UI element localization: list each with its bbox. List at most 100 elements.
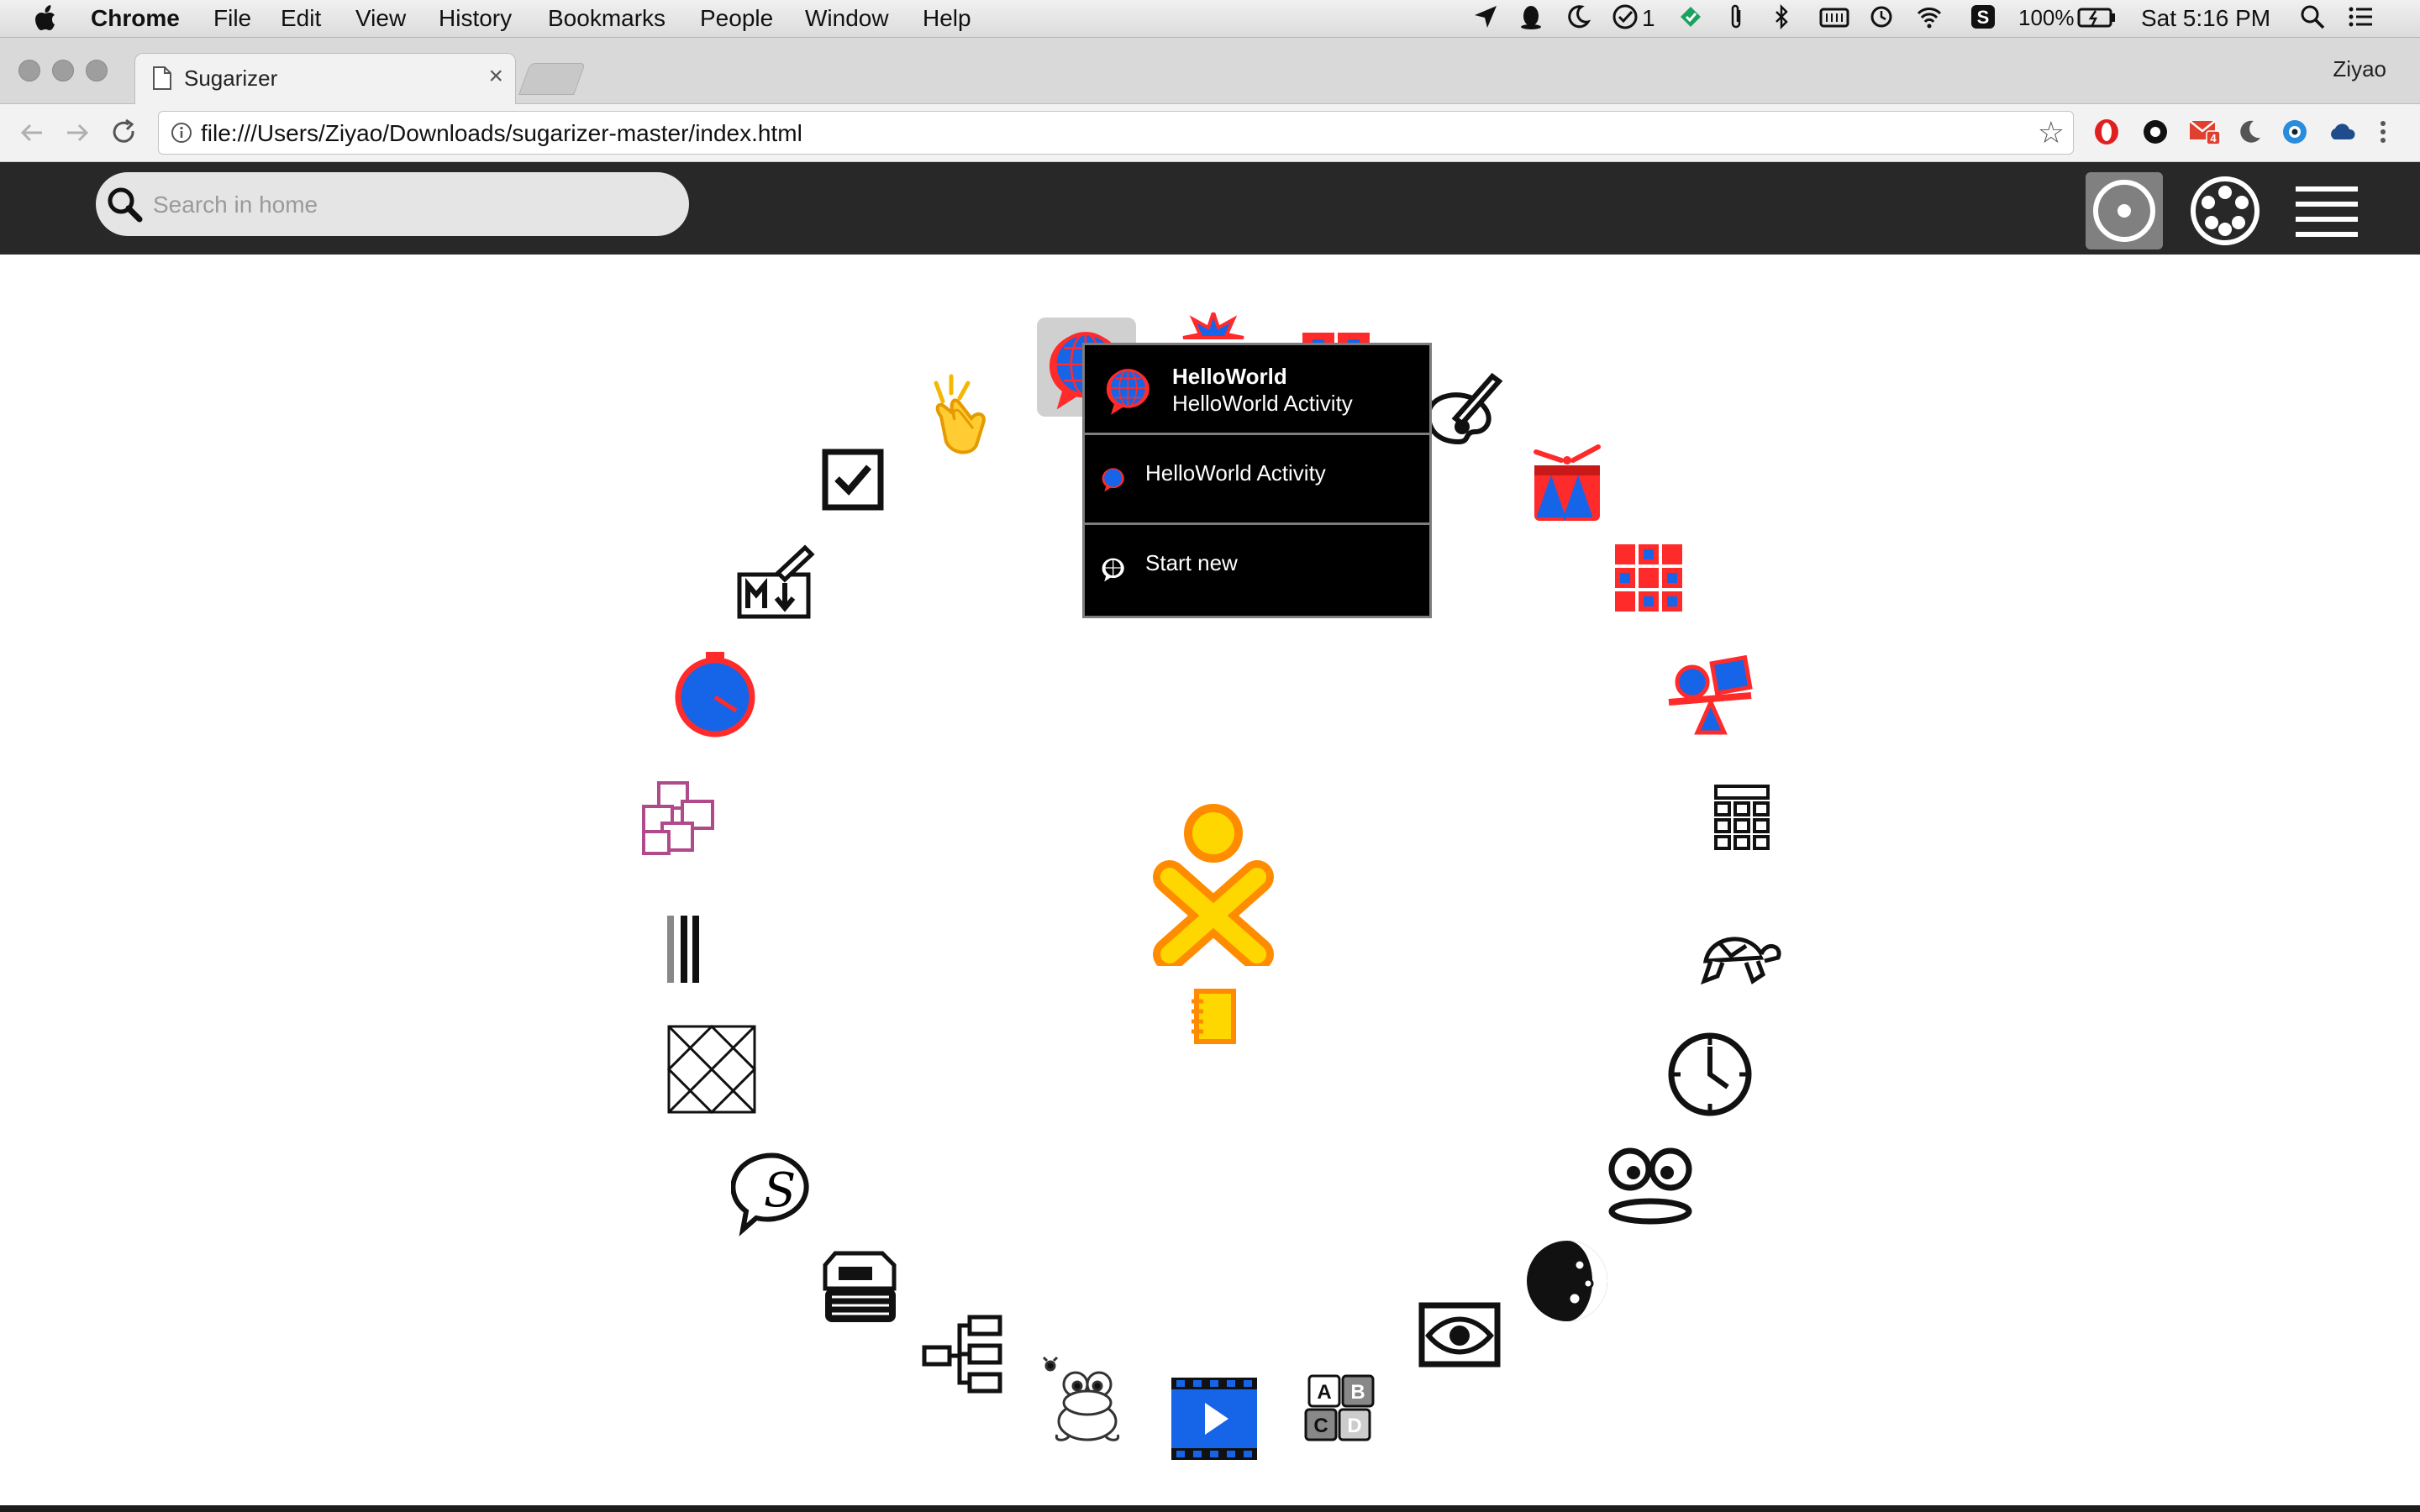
battery-percent: 100% [2018,5,2075,30]
checkbox-icon [822,449,884,511]
popup-item-activity[interactable]: HelloWorld Activity [1085,435,1429,525]
window-zoom-button[interactable] [86,60,108,81]
xo-buddy[interactable] [1146,798,1281,971]
chrome-menu-icon[interactable] [2375,118,2391,146]
wifi-icon[interactable] [1916,3,1943,30]
tasks-check-icon[interactable] [1612,3,1639,30]
dark-mode-extension-icon[interactable] [2235,118,2264,146]
opera-extension-icon[interactable] [2092,118,2121,146]
info-icon[interactable] [171,122,192,144]
activity-abacus[interactable] [637,904,729,996]
activity-abcd[interactable]: A B C D [1296,1364,1388,1457]
menu-window[interactable]: Window [805,5,889,32]
memory-chip-icon[interactable] [1818,3,1850,30]
activity-grid-game[interactable] [1607,536,1691,620]
list-view-button[interactable] [2287,172,2365,249]
back-arrow-icon[interactable] [13,114,50,151]
tab-sugarizer[interactable]: Sugarizer × [134,53,516,104]
record-extension-icon[interactable] [2141,118,2170,146]
activity-geometry[interactable] [666,1023,758,1116]
activity-frog[interactable] [1040,1354,1133,1446]
svg-text:S: S [764,1163,796,1218]
activity-seesaw[interactable] [1664,648,1756,741]
moon-status-icon[interactable] [1565,3,1591,30]
spotlight-icon[interactable] [2299,3,2326,30]
menu-edit[interactable]: Edit [281,5,321,32]
chrome-toolbar: file:///Users/Ziyao/Downloads/sugarizer-… [0,104,2420,162]
mindmap-icon [922,1315,1002,1394]
radial-view-icon [2093,180,2155,242]
activity-turtle[interactable] [1694,909,1786,1001]
activity-stopwatch[interactable] [669,647,761,739]
helloworld-small-icon [1102,468,1124,492]
clock-icon [1668,1032,1752,1116]
popup-item-start-new[interactable]: Start new [1085,525,1429,612]
bookmark-star-icon[interactable]: ☆ [2038,115,2065,150]
journal-button[interactable] [1180,984,1247,1052]
window-minimize-button[interactable] [52,60,74,81]
window-close-button[interactable] [18,60,40,81]
turtle-icon [1700,937,1781,985]
menu-view[interactable]: View [355,5,406,32]
search-input[interactable] [151,184,659,226]
moon-icon [1527,1241,1607,1321]
page-icon [153,66,171,90]
activity-speak[interactable]: S [730,1147,823,1240]
apple-icon[interactable] [34,3,60,34]
address-bar[interactable]: file:///Users/Ziyao/Downloads/sugarizer-… [158,111,2074,155]
time-machine-icon[interactable] [1867,3,1894,30]
activity-face[interactable] [1603,1139,1696,1231]
new-tab-button[interactable] [518,63,586,95]
notification-list-icon[interactable] [2348,3,2375,30]
activity-video[interactable] [1168,1373,1260,1465]
menu-history[interactable]: History [439,5,512,32]
s-app-icon[interactable]: S [1970,3,1996,30]
cloud-extension-icon[interactable] [2328,118,2356,146]
popup-title: HelloWorld [1172,364,1287,389]
svg-text:S: S [1977,7,1990,28]
profile-name[interactable]: Ziyao [2333,56,2386,82]
mail-extension-icon[interactable]: 4 [2188,118,2222,146]
reload-icon[interactable] [106,114,143,151]
calculator-icon [1714,785,1770,850]
forward-arrow-icon[interactable] [59,114,96,151]
printer-icon [823,1251,897,1322]
menu-help[interactable]: Help [923,5,971,32]
home-search[interactable] [96,172,689,236]
location-arrow-icon[interactable] [1472,3,1499,30]
url-text[interactable]: file:///Users/Ziyao/Downloads/sugarizer-… [201,120,802,147]
neighborhood-view-button[interactable] [2186,172,2264,249]
xo-icon [1153,804,1274,971]
activity-calculator[interactable] [1697,776,1790,869]
favorites-view-button[interactable] [2086,172,2163,249]
activity-drum[interactable] [1521,437,1613,529]
menu-file[interactable]: File [213,5,251,32]
activity-moon[interactable] [1521,1235,1613,1327]
eye-extension-icon[interactable] [2281,118,2309,146]
clock-text[interactable]: Sat 5:16 PM [2141,5,2270,32]
qq-penguin-icon[interactable] [1518,3,1544,30]
menu-people[interactable]: People [700,5,773,32]
sync-icon[interactable] [1677,3,1704,30]
svg-text:D: D [1347,1415,1361,1437]
bluetooth-icon[interactable] [1768,3,1795,30]
menu-bookmarks[interactable]: Bookmarks [548,5,666,32]
battery-icon[interactable] [2077,3,2118,30]
activity-printer[interactable] [813,1245,906,1337]
activity-mindmap[interactable] [919,1309,1012,1401]
activity-sticky-notes[interactable] [635,776,728,869]
activity-markdown[interactable] [728,536,820,628]
paperclip-icon[interactable] [1723,3,1749,30]
tab-close-icon[interactable]: × [488,62,503,91]
grid-game-icon [1615,544,1682,612]
search-icon[interactable] [104,184,145,224]
activity-checklist[interactable] [815,442,891,517]
activity-eye[interactable] [1413,1299,1506,1374]
bottom-edge [0,1505,2420,1512]
activity-clock[interactable] [1664,1028,1756,1121]
menu-app-chrome[interactable]: Chrome [91,5,180,32]
activity-clapping[interactable] [918,368,1010,460]
home-ring: S A B C D HelloWorld HelloWorld Activity… [0,255,2420,1512]
activity-popup-menu: HelloWorld HelloWorld Activity HelloWorl… [1082,343,1432,618]
macos-menubar: Chrome File Edit View History Bookmarks … [0,0,2420,38]
